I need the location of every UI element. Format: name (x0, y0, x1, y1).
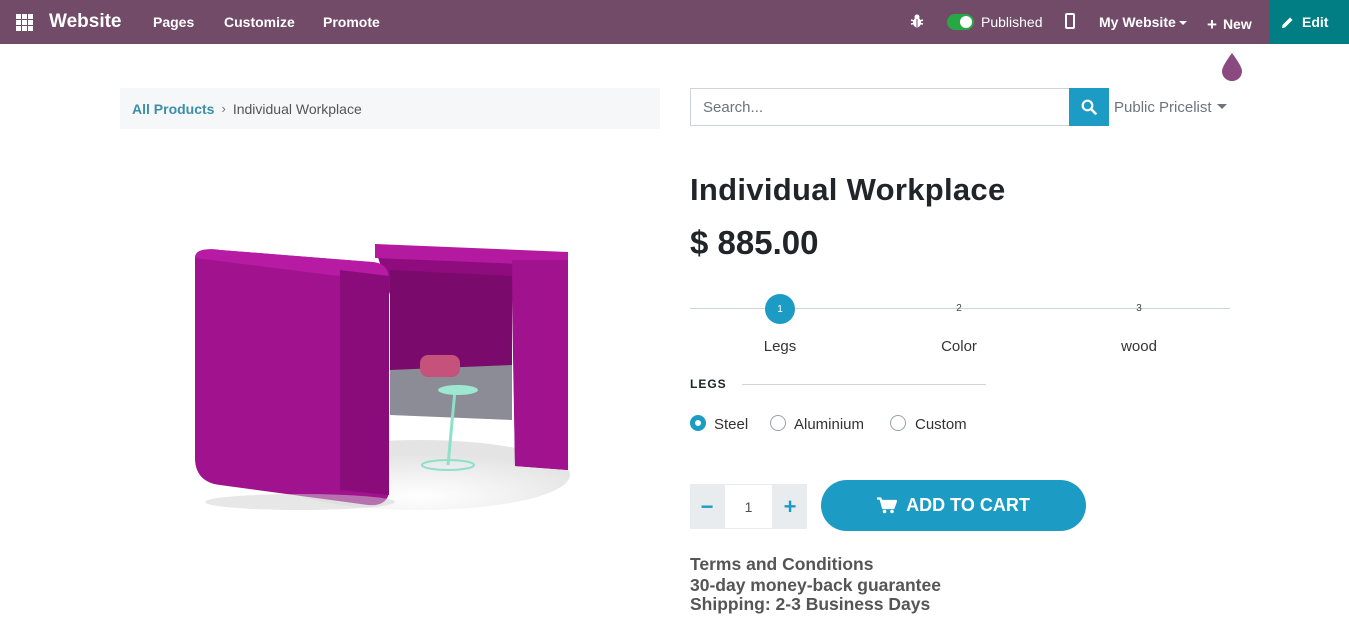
step-2-indicator[interactable]: 2 (944, 303, 974, 314)
breadcrumb-all-products[interactable]: All Products (132, 101, 214, 117)
step-1-indicator[interactable]: 1 (765, 294, 795, 324)
search-button[interactable] (1069, 88, 1109, 126)
my-website-label: My Website (1099, 14, 1176, 30)
add-to-cart-button[interactable]: ADD TO CART (821, 480, 1086, 531)
quantity-increase-button[interactable]: + (773, 484, 807, 529)
legs-heading: LEGS (690, 377, 727, 391)
product-image[interactable] (190, 240, 590, 518)
legs-divider (742, 384, 986, 385)
caret-down-icon (1216, 103, 1227, 109)
step-label-legs[interactable]: Legs (720, 338, 840, 355)
new-label: New (1222, 16, 1252, 32)
app-title[interactable]: Website (49, 11, 122, 33)
top-navbar: Website Pages Customize Promote Publishe… (0, 0, 1349, 44)
pricelist-label: Public Pricelist (1114, 99, 1212, 116)
nav-promote[interactable]: Promote (323, 14, 380, 30)
pencil-icon (1282, 17, 1293, 28)
apps-grid-icon[interactable] (16, 14, 33, 31)
published-label[interactable]: Published (981, 14, 1043, 30)
radio-custom-label[interactable]: Custom (915, 416, 967, 433)
terms-and-conditions-link[interactable]: Terms and Conditions (690, 554, 873, 575)
quantity-input[interactable] (724, 484, 773, 529)
edit-label: Edit (1302, 14, 1329, 30)
new-button[interactable]: + New (1207, 14, 1252, 34)
pricelist-dropdown[interactable]: Public Pricelist (1114, 99, 1227, 116)
money-back-guarantee-text: 30-day money-back guarantee (690, 575, 941, 595)
chevron-right-icon: › (221, 101, 226, 116)
shipping-text: Shipping: 2-3 Business Days (690, 594, 931, 614)
product-price: $ 885.00 (690, 224, 819, 261)
step-label-color[interactable]: Color (899, 338, 1019, 355)
radio-steel-label[interactable]: Steel (714, 416, 748, 433)
breadcrumb-current: Individual Workplace (232, 100, 362, 117)
quantity-decrease-button[interactable]: − (690, 484, 724, 529)
bug-icon[interactable] (909, 13, 925, 29)
radio-custom[interactable] (890, 415, 906, 431)
cart-icon (877, 497, 898, 514)
radio-steel[interactable] (690, 415, 706, 431)
nav-pages[interactable]: Pages (153, 14, 194, 30)
published-toggle[interactable] (947, 14, 974, 30)
radio-aluminium-label[interactable]: Aluminium (794, 416, 864, 433)
my-website-dropdown[interactable]: My Website (1099, 14, 1187, 30)
mobile-preview-icon[interactable] (1065, 13, 1075, 29)
product-title: Individual Workplace (690, 172, 1006, 207)
step-3-indicator[interactable]: 3 (1124, 303, 1154, 314)
edit-button[interactable]: Edit (1269, 0, 1349, 44)
caret-down-icon (1178, 21, 1187, 26)
theme-drop-icon[interactable] (1220, 52, 1244, 82)
search-input[interactable] (690, 88, 1069, 126)
step-label-wood[interactable]: wood (1079, 338, 1199, 355)
add-to-cart-label: ADD TO CART (906, 495, 1030, 515)
plus-icon: + (1207, 15, 1217, 34)
nav-customize[interactable]: Customize (224, 14, 295, 30)
radio-aluminium[interactable] (770, 415, 786, 431)
breadcrumb: All Products › Individual Workplace (120, 88, 660, 129)
search-icon (1081, 99, 1097, 115)
